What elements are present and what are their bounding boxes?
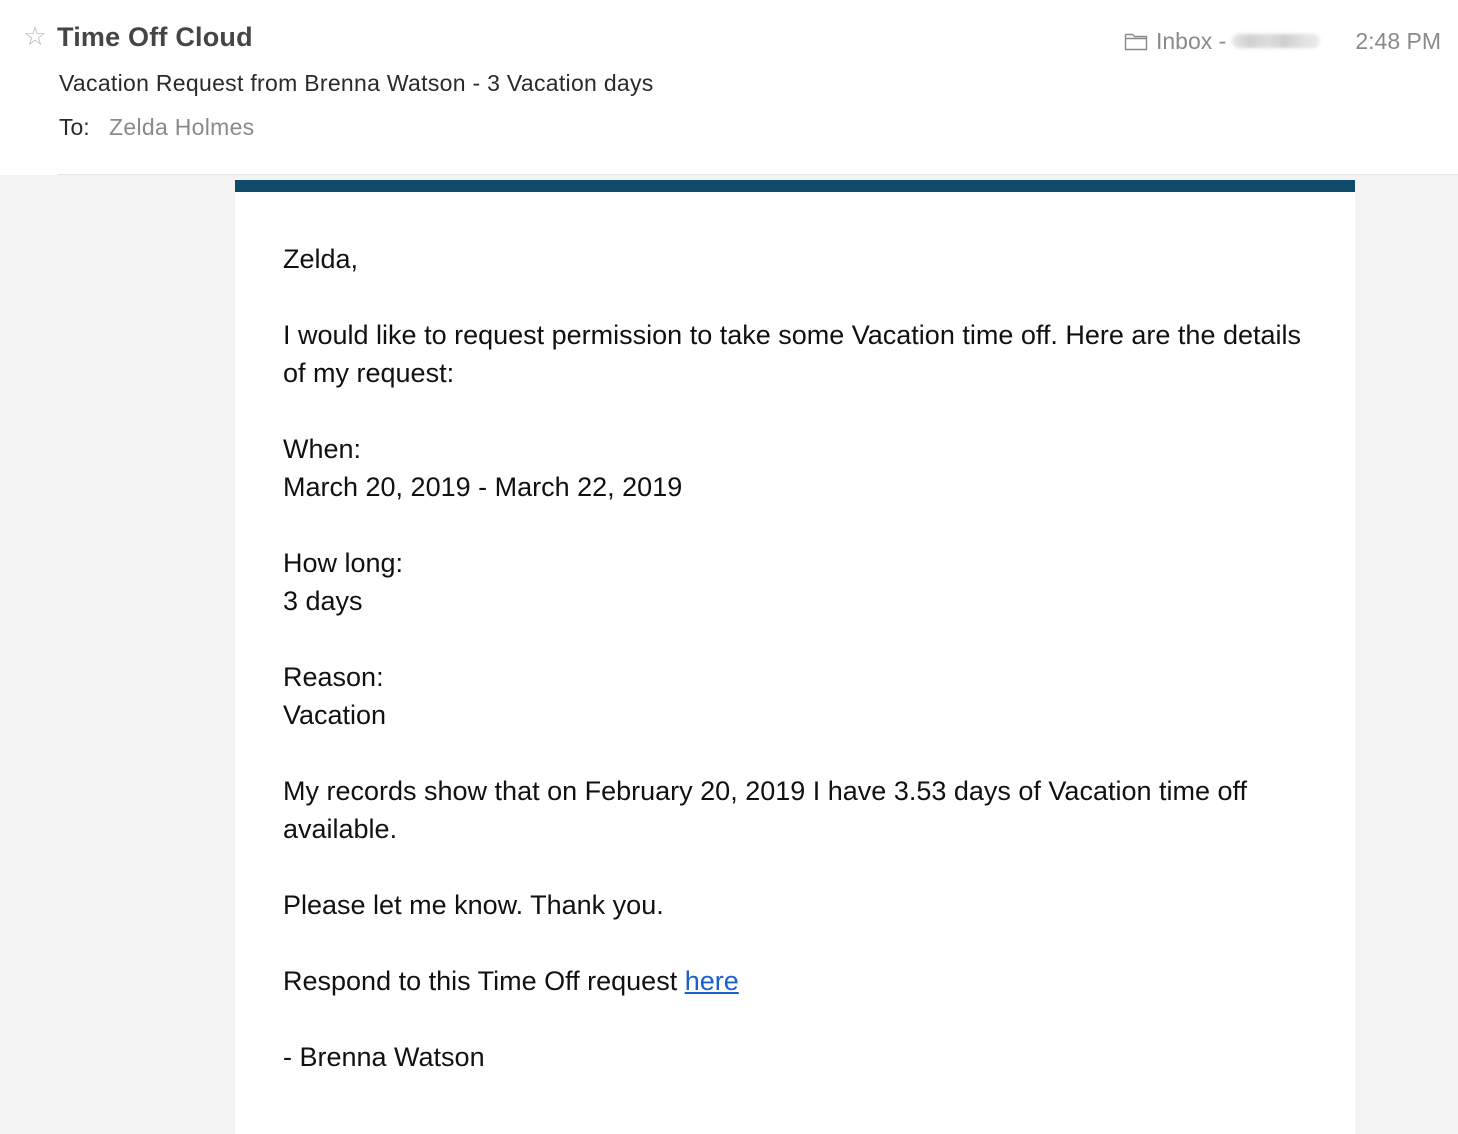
accent-bar	[235, 180, 1355, 192]
reason-value: Vacation	[283, 700, 387, 730]
when-block: When: March 20, 2019 - March 22, 2019	[283, 430, 1303, 506]
how-long-label: How long:	[283, 548, 404, 578]
mailbox-indicator[interactable]: Inbox -	[1124, 27, 1321, 54]
when-label: When:	[283, 434, 362, 464]
recipient-name[interactable]: Zelda Holmes	[109, 114, 255, 141]
closing-paragraph: Please let me know. Thank you.	[283, 890, 664, 920]
message-body: Zelda, I would like to request permissio…	[283, 240, 1303, 1114]
reason-block: Reason: Vacation	[283, 658, 1303, 734]
folder-icon	[1124, 33, 1148, 51]
header-divider	[58, 174, 1458, 175]
mailbox-label: Inbox -	[1156, 27, 1227, 54]
reason-label: Reason:	[283, 662, 384, 692]
message-body-card: Zelda, I would like to request permissio…	[235, 180, 1355, 1134]
recipient-row: To: Zelda Holmes	[59, 114, 255, 141]
message-time: 2:48 PM	[1355, 28, 1441, 54]
to-label: To:	[59, 114, 90, 140]
how-long-value: 3 days	[283, 586, 363, 616]
respond-text: Respond to this Time Off request	[283, 966, 685, 996]
records-paragraph: My records show that on February 20, 201…	[283, 776, 1248, 844]
redacted-account	[1232, 34, 1321, 48]
message-subject: Vacation Request from Brenna Watson - 3 …	[59, 70, 654, 96]
star-icon[interactable]: ☆	[22, 24, 48, 50]
respond-link[interactable]: here	[685, 966, 739, 996]
signature: - Brenna Watson	[283, 1042, 485, 1072]
respond-paragraph: Respond to this Time Off request here	[283, 962, 1303, 1000]
intro-paragraph: I would like to request permission to ta…	[283, 320, 1302, 388]
greeting: Zelda,	[283, 244, 359, 274]
sender-name: Time Off Cloud	[57, 22, 253, 52]
how-long-block: How long: 3 days	[283, 544, 1303, 620]
message-header: ☆ Time Off Cloud Vacation Request from B…	[0, 0, 1458, 175]
when-value: March 20, 2019 - March 22, 2019	[283, 472, 683, 502]
